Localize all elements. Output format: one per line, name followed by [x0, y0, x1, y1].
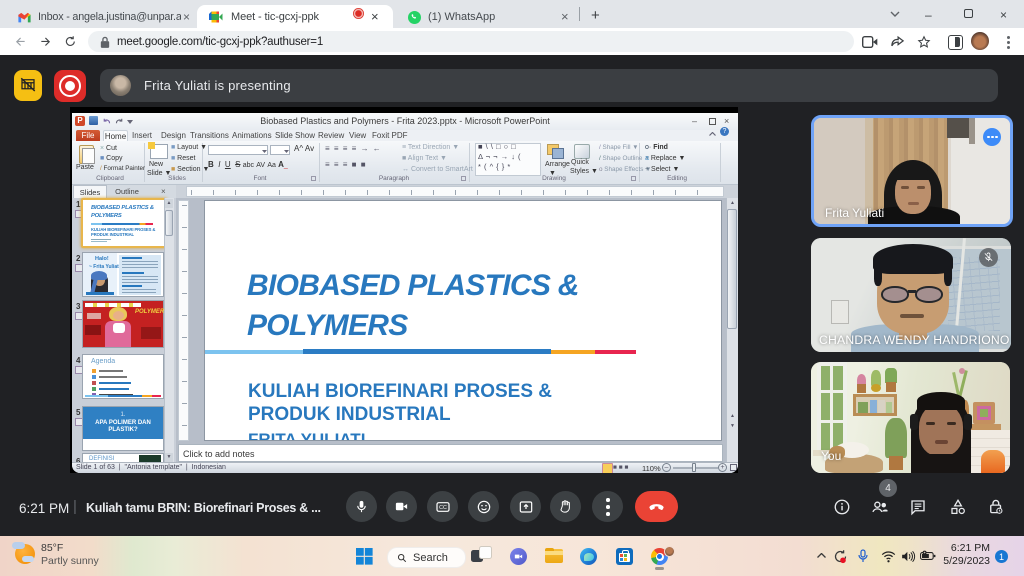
svg-text:CC: CC [439, 505, 447, 511]
